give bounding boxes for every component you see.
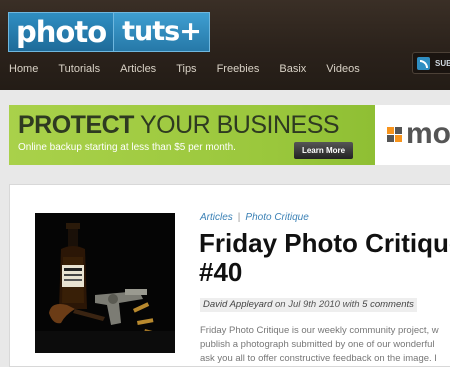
article-title[interactable]: Friday Photo Critique #40 (199, 229, 450, 287)
excerpt-line: publish a photograph submitted by one of… (200, 339, 435, 350)
banner-subline: Online backup starting at less than $5 p… (18, 142, 236, 153)
banner-headline: PROTECT YOUR BUSINESS (18, 111, 340, 140)
nav-tips[interactable]: Tips (176, 58, 196, 80)
article-meta: David Appleyard on Jul 9th 2010 with 5 c… (200, 298, 417, 312)
article-categories: Articles | Photo Critique (200, 212, 309, 223)
brand-logo-text: mo (406, 117, 450, 150)
banner-headline-light: YOUR BUSINESS (133, 111, 340, 139)
site-logo[interactable]: photo tuts+ (8, 12, 210, 52)
article-excerpt: Friday Photo Critique is our weekly comm… (200, 324, 450, 366)
learn-more-button[interactable]: Learn More (294, 142, 353, 159)
logo-photo-text: photo (8, 12, 114, 52)
excerpt-line: ask you all to offer constructive feedba… (200, 353, 437, 364)
subscribe-button[interactable]: SUB (412, 52, 450, 74)
nav-home[interactable]: Home (9, 58, 38, 80)
rss-icon (417, 57, 430, 70)
nav-videos[interactable]: Videos (326, 58, 359, 80)
author-link[interactable]: David Appleyard (203, 299, 272, 310)
nav-freebies[interactable]: Freebies (217, 58, 260, 80)
nav-tutorials[interactable]: Tutorials (58, 58, 100, 80)
category-link-articles[interactable]: Articles (200, 212, 233, 223)
main-nav: Home Tutorials Articles Tips Freebies Ba… (0, 58, 371, 80)
comments-link[interactable]: 5 comments (362, 299, 414, 310)
article-title-line-2: #40 (199, 257, 243, 287)
brand-mark-icon (387, 127, 403, 143)
category-link-photo-critique[interactable]: Photo Critique (245, 212, 308, 223)
banner-area: PROTECT YOUR BUSINESS Online backup star… (0, 90, 450, 185)
brand-logo-panel: mo (375, 105, 450, 165)
nav-basix[interactable]: Basix (279, 58, 306, 80)
banner-headline-bold: PROTECT (18, 111, 134, 139)
meta-date-text: on Jul 9th 2010 with (272, 299, 363, 310)
article-card: Articles | Photo Critique Friday Photo Cri… (9, 184, 450, 367)
article-title-line-1: Friday Photo Critique (199, 228, 450, 258)
whiskey-still-life-image (35, 213, 175, 353)
category-separator: | (237, 212, 241, 223)
excerpt-line: Friday Photo Critique is our weekly comm… (200, 325, 439, 336)
nav-articles[interactable]: Articles (120, 58, 156, 80)
article-thumbnail[interactable] (35, 213, 175, 353)
logo-tuts-text: tuts+ (113, 12, 210, 52)
ad-banner[interactable]: PROTECT YOUR BUSINESS Online backup star… (9, 105, 450, 165)
subscribe-label: SUB (435, 59, 450, 68)
site-header: photo tuts+ Home Tutorials Articles Tips… (0, 0, 450, 90)
